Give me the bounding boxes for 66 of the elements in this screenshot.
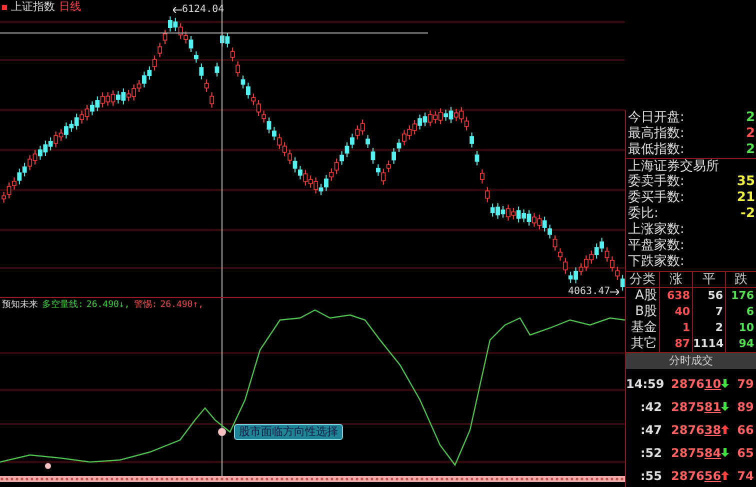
ticks-title: 分时成交	[626, 353, 756, 369]
table-cell: 94	[725, 336, 756, 352]
quote-value: 2	[746, 110, 756, 126]
index-name: 上证指数	[11, 0, 55, 14]
column-header: 平	[692, 272, 725, 287]
marker-icon	[2, 4, 7, 10]
low-value-label: 4063.47	[568, 286, 610, 298]
table-cell: 1	[659, 320, 692, 336]
quote-value: 2	[746, 142, 756, 158]
quote-label: 平盘家数:	[628, 238, 684, 254]
indicator-label: 多空量线:	[42, 299, 84, 312]
tick-price: 287610	[671, 376, 722, 392]
table-cell: 10	[725, 320, 756, 336]
quote-label: 今日开盘:	[628, 110, 684, 126]
table-cell: 7	[692, 304, 725, 320]
tick-volume: 66	[737, 422, 754, 438]
quote-value: -2	[740, 206, 756, 222]
indicator-value: 26.490↑,	[160, 299, 204, 312]
quote-label: 委卖手数:	[628, 174, 684, 190]
tick-volume: 89	[737, 398, 754, 414]
table-cell: 1114	[692, 336, 725, 352]
tick-time: :55	[640, 468, 662, 484]
exchange-title: 上海证券交易所	[626, 158, 756, 174]
tick-price: 287581	[671, 398, 722, 414]
quote-label: 上涨家数:	[628, 222, 684, 238]
quote-label: 委买手数:	[628, 190, 684, 206]
tick-time: :47	[640, 422, 662, 438]
table-cell: 638	[659, 288, 692, 304]
table-cell: 87	[659, 336, 692, 352]
quote-label: 最低指数:	[628, 142, 684, 158]
tick-time: 14:59	[626, 376, 662, 392]
table-cell: 2	[692, 320, 725, 336]
quote-value: 35	[736, 174, 756, 190]
arrow-left-icon	[173, 7, 182, 13]
tick-price: 287584	[671, 444, 722, 460]
tick-price: 287638	[671, 422, 722, 438]
tick-volume: 65	[737, 444, 754, 460]
table-cell-text: 基金	[630, 320, 658, 336]
marker-dot	[218, 428, 226, 436]
tick-volume: 79	[737, 376, 754, 392]
tick-time: :42	[640, 398, 662, 414]
indicator-label: 警惕:	[134, 299, 158, 312]
table-cell: 6	[725, 304, 756, 320]
table-cell: 40	[659, 304, 692, 320]
table-cell: 176	[725, 288, 756, 304]
table-cell-text: 其它	[630, 336, 658, 352]
tick-price: 287656	[671, 468, 722, 484]
period-label: 日线	[59, 0, 81, 14]
table-cell-text: A股	[634, 288, 658, 304]
column-header: 跌	[725, 272, 756, 287]
tick-volume: 74	[737, 468, 754, 484]
quote-label: 委比:	[628, 206, 658, 222]
tick-time: :52	[640, 444, 662, 460]
annotation-callout: 股市面临方向性选择	[234, 424, 343, 440]
quote-value: 21	[736, 190, 756, 206]
quote-label: 最高指数:	[628, 126, 684, 142]
table-cell-text: B股	[634, 304, 658, 320]
marker-dot	[45, 463, 51, 469]
column-header: 分类	[628, 272, 656, 287]
arrow-right-icon	[610, 289, 620, 295]
indicator-value: 26.490↓,	[86, 299, 130, 312]
column-header: 涨	[659, 272, 692, 287]
quote-value: 2	[746, 126, 756, 142]
table-cell: 56	[692, 288, 725, 304]
indicator-name: 预知未来	[2, 299, 38, 312]
quote-label: 下跌家数:	[628, 254, 684, 270]
